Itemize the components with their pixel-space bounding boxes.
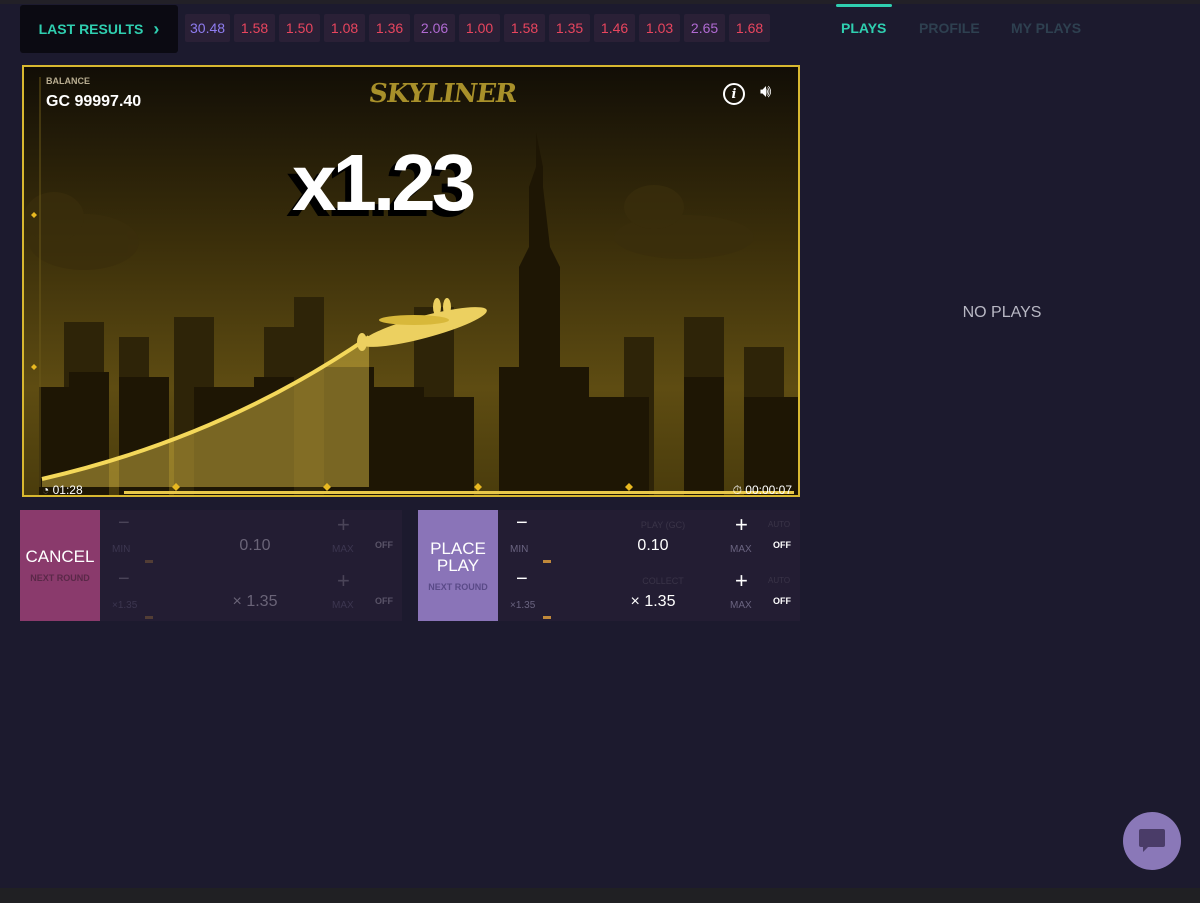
auto-toggle[interactable]: OFF	[773, 540, 791, 550]
collect-input[interactable]: × 1.35	[578, 593, 728, 611]
chevron-right-icon: ›	[153, 18, 160, 39]
last-results-label: LAST RESULTS	[38, 21, 144, 37]
game-scene	[24, 77, 798, 495]
result-chip: 1.50	[279, 14, 321, 42]
last-results-button[interactable]: LAST RESULTS ›	[20, 5, 178, 53]
balance-label: BALANCE	[46, 76, 90, 86]
clock-icon: ◔	[42, 483, 50, 497]
last-results-list: 30.48 1.58 1.50 1.08 1.36 2.06 1.00 1.58 1.35 1.4…	[185, 14, 803, 42]
button-sublabel: NEXT ROUND	[30, 573, 90, 583]
auto-toggle[interactable]: OFF	[375, 596, 393, 606]
decrease-button[interactable]: −	[118, 512, 130, 535]
bottom-bar	[0, 888, 1200, 903]
cancel-button[interactable]: CANCEL NEXT ROUND	[20, 510, 100, 621]
result-chip: 1.68	[729, 14, 771, 42]
game-canvas: BALANCE GC 99997.40 SKYLINER i 🔊︎ x1.23 …	[22, 65, 800, 497]
active-tab-indicator	[836, 4, 892, 7]
bet-input[interactable]: 0.10	[578, 537, 728, 555]
elapsed: ◔ 01:28	[42, 483, 83, 497]
increase-button[interactable]: +	[337, 568, 350, 594]
result-chip: 1.58	[234, 14, 276, 42]
timer-value: 00:00:07	[745, 483, 792, 497]
skyliner-logo: SKYLINER	[366, 79, 518, 109]
slider-handle[interactable]	[145, 616, 153, 619]
result-chip: 1.35	[549, 14, 591, 42]
increase-button[interactable]: +	[337, 512, 350, 538]
max-button[interactable]: MAX	[332, 544, 354, 555]
min-button[interactable]: ×1.35	[510, 600, 535, 611]
collect-input[interactable]: × 1.35	[180, 593, 330, 611]
result-chip: 30.48	[185, 14, 231, 42]
top-bar	[0, 0, 1200, 4]
sound-icon[interactable]: 🔊︎	[760, 81, 771, 102]
result-chip: 2.06	[414, 14, 456, 42]
tab-plays[interactable]: PLAYS	[841, 20, 886, 36]
bet-input[interactable]: 0.10	[180, 537, 330, 555]
max-button[interactable]: MAX	[332, 600, 354, 611]
button-sublabel: NEXT ROUND	[428, 581, 488, 592]
bet-row: − MIN 0.10 + MAX OFF	[100, 510, 402, 565]
max-button[interactable]: MAX	[730, 600, 752, 611]
auto-label: AUTO	[768, 520, 791, 529]
result-chip: 1.08	[324, 14, 366, 42]
field-label: COLLECT	[642, 576, 684, 586]
min-button[interactable]: MIN	[510, 544, 528, 555]
chat-button[interactable]	[1123, 812, 1181, 870]
round-progress	[124, 491, 794, 494]
no-plays-message: NO PLAYS	[962, 304, 1042, 321]
bet-panel-left: CANCEL NEXT ROUND − MIN 0.10 + MAX OFF − …	[20, 510, 402, 621]
result-chip: 1.36	[369, 14, 411, 42]
stopwatch-icon: ⏱︎	[732, 483, 742, 497]
result-chip: 1.58	[504, 14, 546, 42]
decrease-button[interactable]: −	[516, 568, 528, 591]
slider-handle[interactable]	[145, 560, 153, 563]
elapsed-value: 01:28	[52, 483, 83, 497]
slider-handle[interactable]	[543, 560, 551, 563]
result-chip: 1.00	[459, 14, 501, 42]
balance-value: GC 99997.40	[46, 93, 142, 110]
bet-panel-right: PLACE PLAY NEXT ROUND − MIN PLAY (GC) 0.1…	[418, 510, 800, 621]
button-label: PLACE PLAY	[430, 538, 486, 575]
field-label: PLAY (GC)	[640, 520, 686, 530]
collect-row: − ×1.35 × 1.35 + MAX OFF	[100, 566, 402, 621]
min-button[interactable]: ×1.35	[112, 600, 137, 611]
collect-row: − ×1.35 COLLECT × 1.35 + MAX AUTO OFF	[498, 566, 800, 621]
slider-handle[interactable]	[543, 616, 551, 619]
tab-my-plays[interactable]: MY PLAYS	[1011, 20, 1081, 36]
auto-toggle[interactable]: OFF	[375, 540, 393, 550]
result-chip: 1.03	[639, 14, 681, 42]
increase-button[interactable]: +	[735, 568, 748, 594]
result-chip: 1.46	[594, 14, 636, 42]
info-icon[interactable]: i	[723, 83, 745, 105]
multiplier: x1.23	[292, 138, 476, 227]
tab-profile[interactable]: PROFILE	[919, 20, 980, 36]
decrease-button[interactable]: −	[516, 512, 528, 535]
chat-icon	[1139, 829, 1165, 852]
bet-row: − MIN PLAY (GC) 0.10 + MAX AUTO OFF	[498, 510, 800, 565]
timer: ⏱︎ 00:00:07	[732, 483, 792, 497]
button-label: CANCEL	[25, 547, 95, 566]
result-chip: 2.65	[684, 14, 726, 42]
min-button[interactable]: MIN	[112, 544, 130, 555]
auto-toggle[interactable]: OFF	[773, 596, 791, 606]
auto-label: AUTO	[768, 576, 791, 585]
decrease-button[interactable]: −	[118, 568, 130, 591]
max-button[interactable]: MAX	[730, 544, 752, 555]
increase-button[interactable]: +	[735, 512, 748, 538]
place-play-button[interactable]: PLACE PLAY NEXT ROUND	[418, 510, 498, 621]
